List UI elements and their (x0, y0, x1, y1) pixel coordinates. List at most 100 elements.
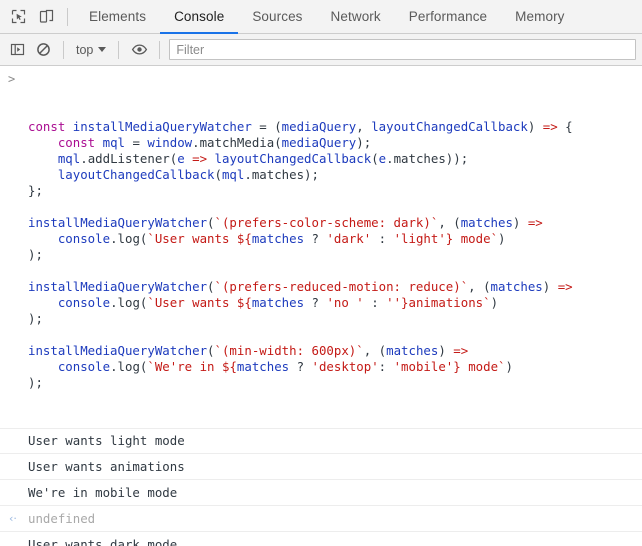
console-toolbar-divider-1 (63, 40, 64, 59)
input-prompt-arrow: > (8, 72, 16, 86)
devtools-window: Elements Console Sources Network Perform… (0, 0, 642, 546)
code-token: mediaQuery (281, 135, 357, 150)
code-line: mql.addListener(e => layoutChangedCallba… (28, 151, 642, 167)
code-token: .matches); (244, 167, 319, 182)
code-token: ( (274, 119, 282, 134)
code-token: installMediaQueryWatcher (72, 119, 260, 134)
code-token: ); (356, 135, 372, 150)
code-token: , (468, 279, 484, 294)
code-token: 'dark' (326, 231, 379, 246)
code-line: installMediaQueryWatcher(`(prefers-reduc… (28, 279, 642, 295)
code-token: 'desktop' (311, 359, 379, 374)
code-line: console.log(`User wants ${matches ? 'dar… (28, 231, 642, 247)
code-token: ${ (236, 231, 252, 246)
code-token: => (192, 151, 215, 166)
code-token: } (453, 359, 461, 374)
code-token: ( (371, 151, 379, 166)
filter-input[interactable] (169, 39, 636, 60)
tab-label: Elements (89, 9, 147, 24)
code-token: console (57, 295, 111, 310)
tab-performance[interactable]: Performance (395, 0, 501, 34)
code-token: ( (207, 215, 215, 230)
code-token: ) (505, 359, 513, 374)
clear-console-icon[interactable] (30, 37, 56, 63)
code-token: : (371, 295, 387, 310)
console-log-row: User wants dark mode (0, 532, 642, 546)
code-token: ? (311, 295, 327, 310)
tab-sources[interactable]: Sources (238, 0, 316, 34)
tab-elements[interactable]: Elements (75, 0, 160, 34)
code-token: mql (102, 135, 133, 150)
code-token: ${ (221, 359, 237, 374)
code-token: ); (28, 247, 43, 262)
code-token: ( (378, 343, 387, 358)
device-toolbar-icon[interactable] (32, 3, 60, 31)
console-message-text: User wants light mode (28, 433, 185, 448)
code-token: layoutChangedCallback (57, 167, 215, 182)
console-message-text: undefined (28, 510, 96, 526)
tab-console[interactable]: Console (160, 0, 239, 34)
console-toolbar-divider-2 (118, 40, 120, 59)
code-token: : (378, 231, 394, 246)
code-token: 'mobile' (393, 359, 454, 374)
code-token: e (378, 151, 387, 166)
tab-network[interactable]: Network (317, 0, 395, 34)
devtools-tab-bar: Elements Console Sources Network Perform… (0, 0, 642, 34)
code-token: matches (460, 215, 513, 230)
code-token: => (527, 215, 543, 230)
console-log-row: We're in mobile mode (0, 480, 642, 506)
code-token: ) (438, 343, 454, 358)
console-body[interactable]: > const installMediaQueryWatcher = (medi… (0, 66, 642, 546)
console-log-row: User wants animations (0, 454, 642, 480)
code-token: ? (311, 231, 327, 246)
tab-memory[interactable]: Memory (501, 0, 578, 34)
code-line: const mql = window.matchMedia(mediaQuery… (28, 135, 642, 151)
code-line: }; (28, 183, 642, 199)
console-message-text: User wants animations (28, 458, 185, 474)
code-token: ( (207, 343, 215, 358)
code-token: matches (236, 359, 297, 374)
code-token: ${ (236, 295, 252, 310)
panel-tabs: Elements Console Sources Network Perform… (75, 0, 579, 34)
code-token: .log( (110, 231, 148, 246)
tab-label: Console (174, 9, 225, 24)
console-sidebar-icon[interactable] (4, 37, 30, 63)
code-token: = (259, 119, 275, 134)
chevron-down-icon (98, 47, 107, 52)
code-token: = (132, 135, 148, 150)
code-token: ( (214, 167, 222, 182)
code-token: ); (28, 375, 43, 390)
code-token: } (401, 295, 409, 310)
execution-context-select[interactable]: top (71, 41, 111, 59)
code-token: mql (57, 151, 81, 166)
code-token: `(min-width: 600px)` (214, 343, 364, 358)
live-expression-eye-icon[interactable] (126, 37, 152, 63)
console-input-entry: > const installMediaQueryWatcher = (medi… (0, 66, 642, 428)
code-token: ); (28, 311, 43, 326)
execution-context-label: top (76, 42, 94, 57)
console-message-text: We're in mobile mode (28, 484, 178, 500)
code-token: layoutChangedCallback (214, 151, 372, 166)
code-token: 'light' (393, 231, 446, 246)
code-token: ( (453, 215, 461, 230)
code-token: ? (296, 359, 312, 374)
code-token: installMediaQueryWatcher (28, 279, 208, 294)
return-value-arrow-icon: ‹· (9, 511, 17, 525)
code-token: const (28, 119, 73, 134)
console-toolbar-divider-3 (159, 40, 161, 59)
inspect-element-icon[interactable] (4, 3, 32, 31)
console-log-row: User wants light mode (0, 428, 642, 454)
code-token: => (542, 119, 566, 134)
code-token: 'no ' (326, 295, 372, 310)
tab-label: Performance (408, 9, 488, 24)
code-line: console.log(`User wants ${matches ? 'no … (28, 295, 642, 311)
code-token: mediaQuery (281, 119, 357, 134)
code-token: ) (498, 231, 506, 246)
code-token: mode` (460, 359, 506, 374)
code-token: window (147, 135, 193, 150)
tab-label: Memory (515, 9, 565, 24)
